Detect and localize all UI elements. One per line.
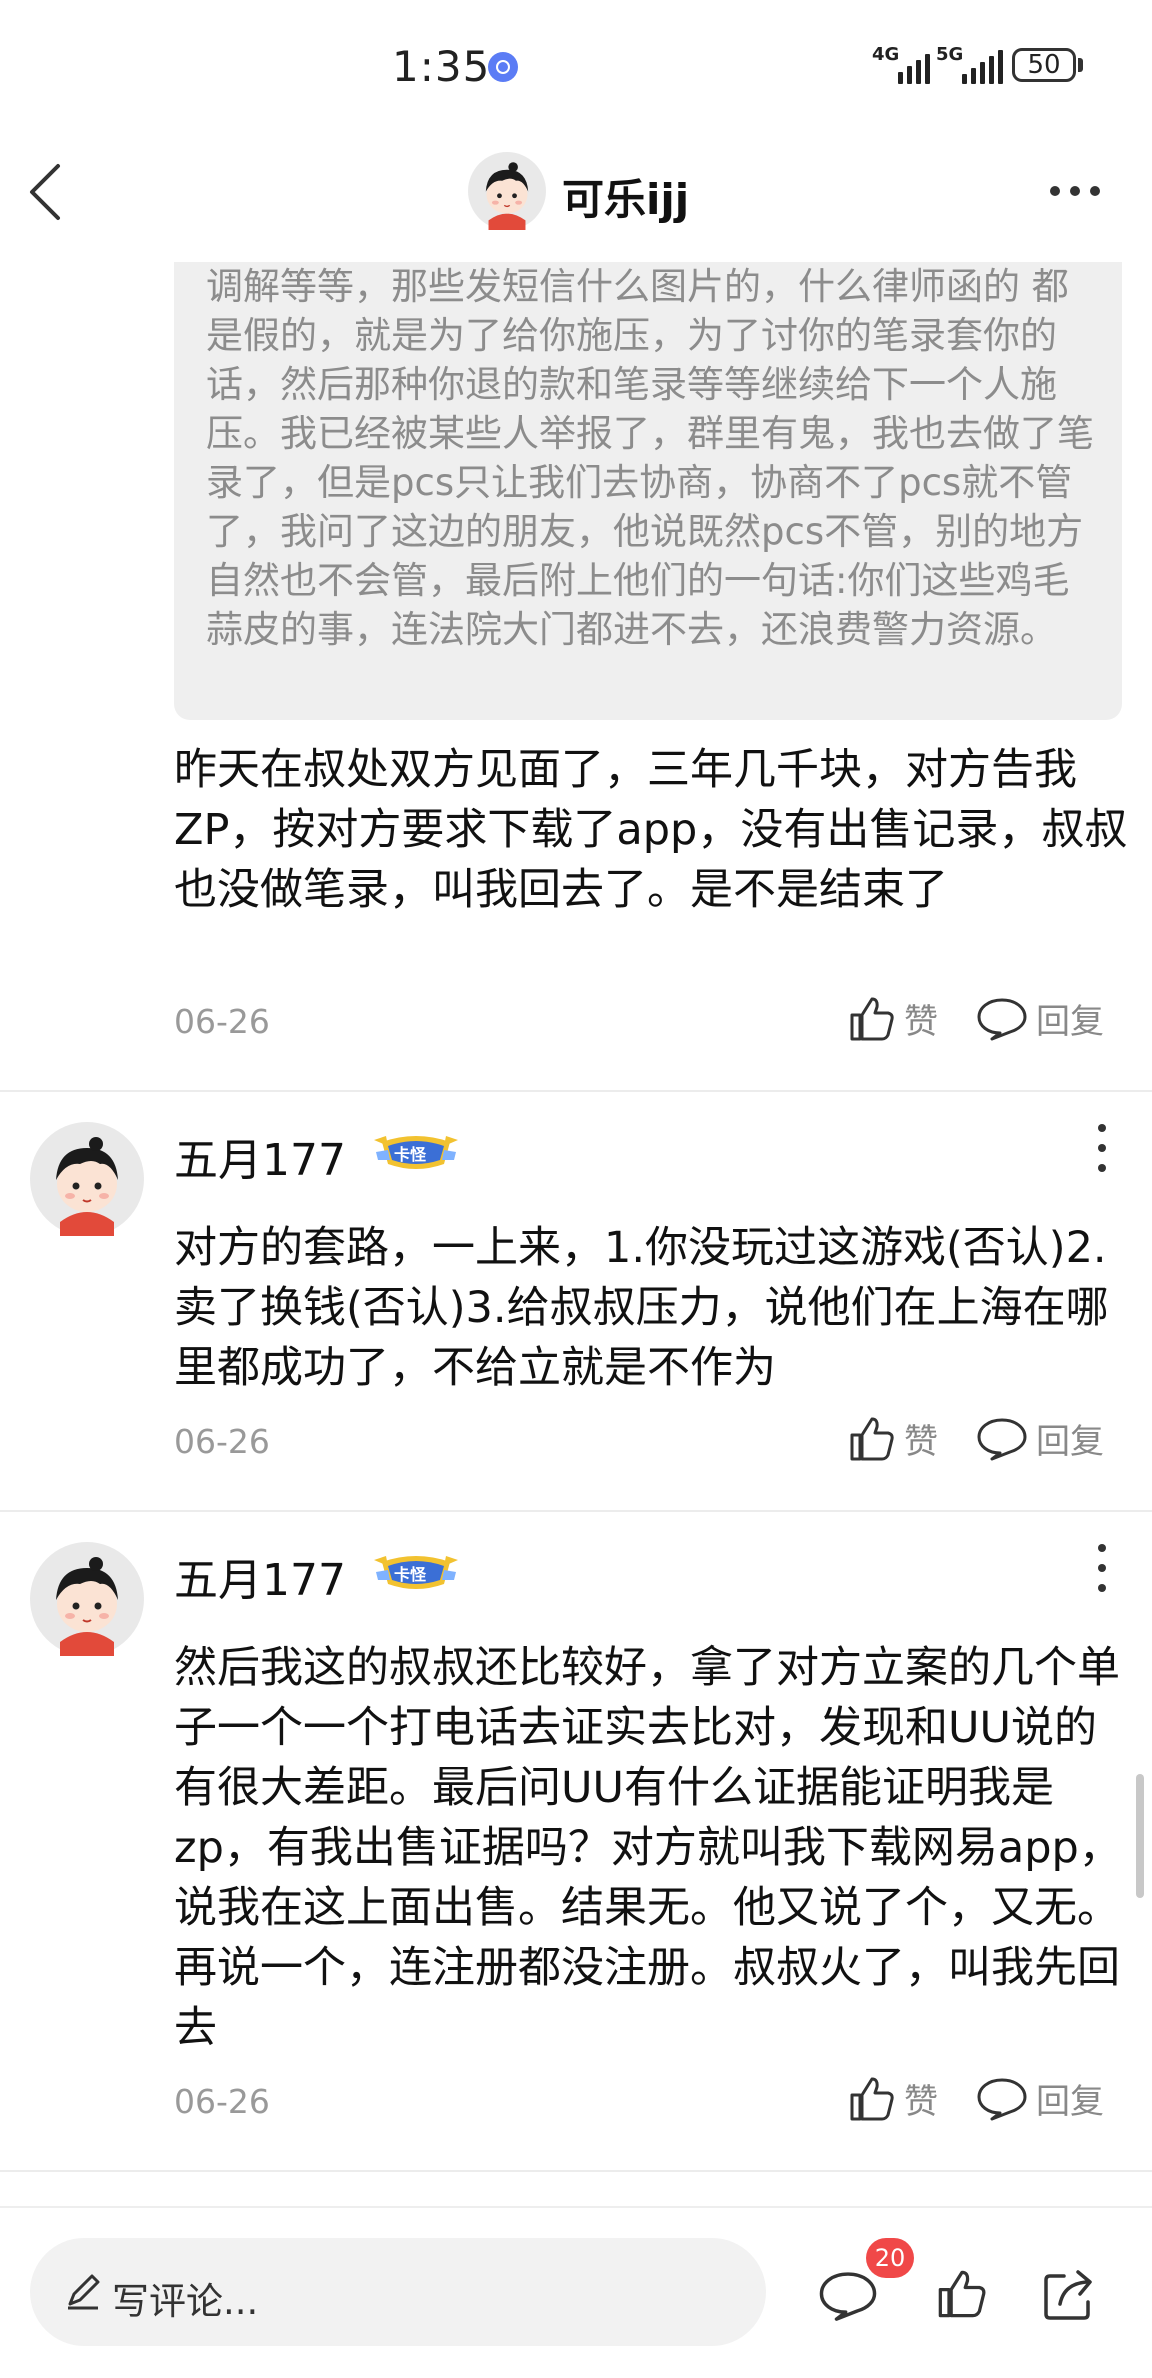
more-icon[interactable] (1050, 186, 1100, 196)
network-4g-label: 4G (872, 44, 900, 65)
network-5g-label: 5G (936, 44, 964, 65)
battery-indicator: 50 (1012, 48, 1076, 82)
pen-icon (68, 2274, 100, 2310)
like-button[interactable]: 赞 (848, 2074, 938, 2123)
comment-icon[interactable] (818, 2270, 878, 2322)
comment-username[interactable]: 五月177 (174, 1544, 346, 1608)
reply-label: 回复 (1036, 2082, 1104, 2122)
like-button[interactable]: 赞 (848, 1414, 938, 1463)
like-icon (848, 1415, 896, 1463)
level-badge: 卡怪 (368, 1130, 464, 1174)
like-icon[interactable] (936, 2268, 988, 2320)
badge-label: 卡怪 (394, 1565, 427, 1584)
comment-text: 对方的套路，一上来，1.你没玩过这游戏(否认)2.卖了换钱(否认)3.给叔叔压力… (174, 1223, 1109, 1393)
comment-list[interactable]: 调解等等，那些发短信什么图片的，什么律师函的 都是假的，就是为了给你施压，为了讨… (0, 262, 1152, 2206)
bottom-bar: 写评论... 20 (0, 2206, 1152, 2378)
battery-tip (1078, 58, 1083, 72)
reply-label: 回复 (1036, 1422, 1104, 1462)
like-button[interactable]: 赞 (848, 994, 938, 1043)
reply-icon (976, 997, 1028, 1041)
comment-text: 昨天在叔处双方见面了，三年几千块，对方告我ZP，按对方要求下载了app，没有出售… (174, 745, 1128, 915)
back-icon[interactable] (22, 160, 74, 224)
comment-date: 06-26 (174, 1002, 270, 1041)
signal-bars-icon (962, 48, 1003, 84)
status-time: 1:35 (392, 42, 491, 91)
comment-input-placeholder: 写评论... (112, 2280, 259, 2323)
divider (0, 1510, 1152, 1512)
reply-icon (976, 1417, 1028, 1461)
divider (0, 2170, 1152, 2172)
like-label: 赞 (904, 2082, 938, 2122)
reply-button[interactable]: 回复 (976, 1414, 1104, 1463)
like-label: 赞 (904, 1002, 938, 1042)
page-title: 可乐ijj (562, 175, 690, 224)
share-icon[interactable] (1040, 2266, 1098, 2324)
kebab-icon[interactable] (1090, 1124, 1114, 1172)
badge-label: 卡怪 (394, 1145, 427, 1164)
comment-date: 06-26 (174, 2082, 270, 2121)
avatar[interactable] (468, 152, 546, 230)
quoted-post: 调解等等，那些发短信什么图片的，什么律师函的 都是假的，就是为了给你施压，为了讨… (174, 262, 1122, 720)
reply-label: 回复 (1036, 1002, 1104, 1042)
level-badge: 卡怪 (368, 1550, 464, 1594)
comment-username[interactable]: 五月177 (174, 1124, 346, 1188)
avatar[interactable] (30, 1542, 144, 1656)
like-icon (848, 2075, 896, 2123)
location-indicator-icon (488, 52, 518, 82)
reply-button[interactable]: 回复 (976, 994, 1104, 1043)
like-label: 赞 (904, 1422, 938, 1462)
kebab-icon[interactable] (1090, 1544, 1114, 1592)
scrollbar[interactable] (1136, 1774, 1144, 1898)
signal-bars-icon (898, 48, 930, 84)
reply-icon (976, 2077, 1028, 2121)
reply-button[interactable]: 回复 (976, 2074, 1104, 2123)
divider (0, 1090, 1152, 1092)
comment-date: 06-26 (174, 1422, 270, 1461)
avatar[interactable] (30, 1122, 144, 1236)
like-icon (848, 995, 896, 1043)
comment-text: 然后我这的叔叔还比较好，拿了对方立案的几个单子一个一个打电话去证实去比对，发现和… (174, 1643, 1122, 2053)
comment-count-badge: 20 (866, 2238, 914, 2278)
comment-input[interactable]: 写评论... (30, 2238, 766, 2346)
